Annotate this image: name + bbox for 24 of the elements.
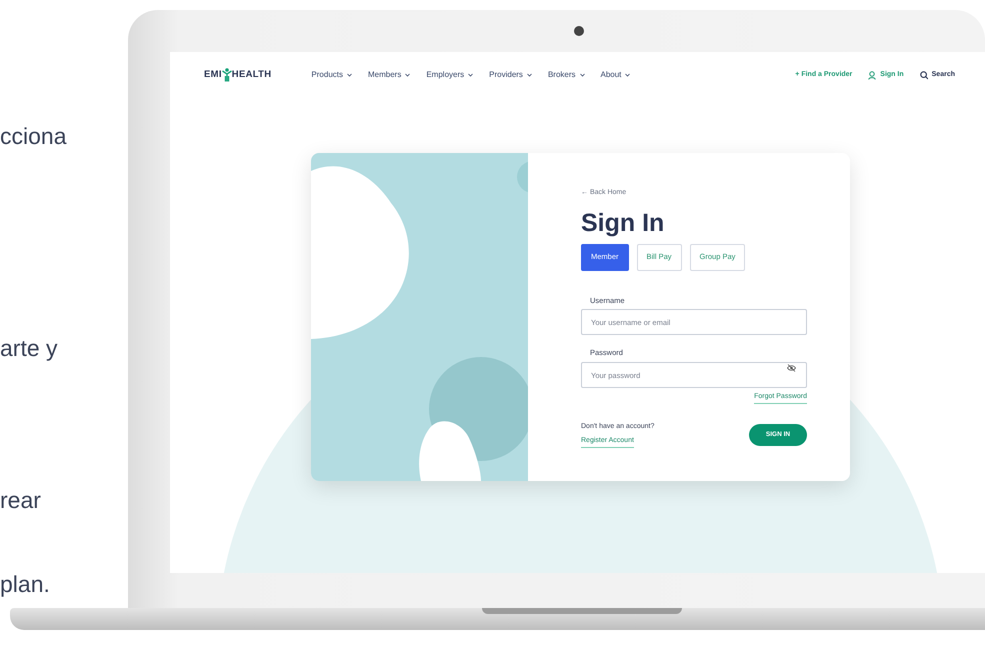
nav-menu-item[interactable]: Members bbox=[368, 69, 410, 81]
caret-icon bbox=[526, 73, 532, 77]
nav-menu-item[interactable]: Providers bbox=[489, 69, 532, 81]
user-icon bbox=[868, 70, 876, 80]
camera-dot bbox=[574, 26, 584, 36]
paragraph-fragment: plan. bbox=[0, 570, 51, 599]
caret-icon bbox=[405, 73, 410, 77]
logo-text: EMI bbox=[204, 68, 222, 82]
nav-menu-item[interactable]: Brokers bbox=[548, 69, 584, 81]
caret-icon bbox=[468, 73, 474, 77]
caret-icon bbox=[625, 73, 630, 77]
nav-menu-item[interactable]: About bbox=[600, 69, 630, 81]
caret-icon bbox=[347, 73, 352, 77]
person-logo-icon bbox=[222, 68, 232, 82]
nav-menu-item[interactable]: Products bbox=[311, 69, 352, 81]
page-title: Sign In bbox=[581, 210, 666, 238]
nav-menu-item[interactable]: Employers bbox=[426, 69, 474, 81]
caret-icon bbox=[580, 73, 584, 77]
search-icon bbox=[920, 70, 928, 80]
logo-text: HEALTH bbox=[232, 68, 272, 82]
paragraph-fragment: arte y bbox=[0, 334, 59, 363]
paragraph-fragment: rear bbox=[0, 486, 42, 515]
hide-password-icon[interactable] bbox=[787, 364, 796, 372]
paragraph-fragment: cciona bbox=[0, 122, 68, 151]
